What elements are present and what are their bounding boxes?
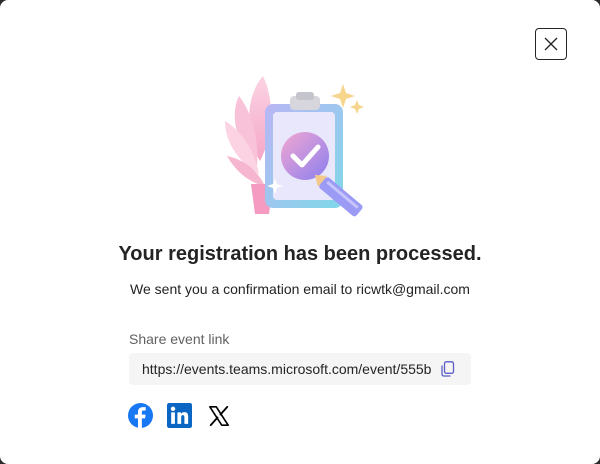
share-event-link-label: Share event link (129, 331, 230, 347)
close-icon (544, 37, 558, 51)
x-icon (208, 405, 229, 426)
linkedin-icon (167, 403, 192, 428)
registration-dialog: Your registration has been processed. We… (0, 0, 600, 464)
clipboard-checkmark-illustration (225, 76, 364, 217)
facebook-icon (128, 403, 153, 428)
share-linkedin-button[interactable] (167, 403, 192, 428)
share-facebook-button[interactable] (128, 403, 153, 428)
sparkle (350, 100, 364, 114)
event-link-field[interactable]: https://events.teams.microsoft.com/event… (129, 353, 471, 385)
copy-icon (441, 361, 455, 377)
event-link-text[interactable]: https://events.teams.microsoft.com/event… (142, 361, 432, 377)
share-x-button[interactable] (206, 403, 231, 428)
page-title: Your registration has been processed. (118, 243, 482, 265)
check-circle (281, 132, 329, 180)
copy-link-button[interactable] (437, 359, 459, 379)
close-button[interactable] (535, 28, 567, 60)
confirmation-message: We sent you a confirmation email to ricw… (130, 281, 470, 297)
